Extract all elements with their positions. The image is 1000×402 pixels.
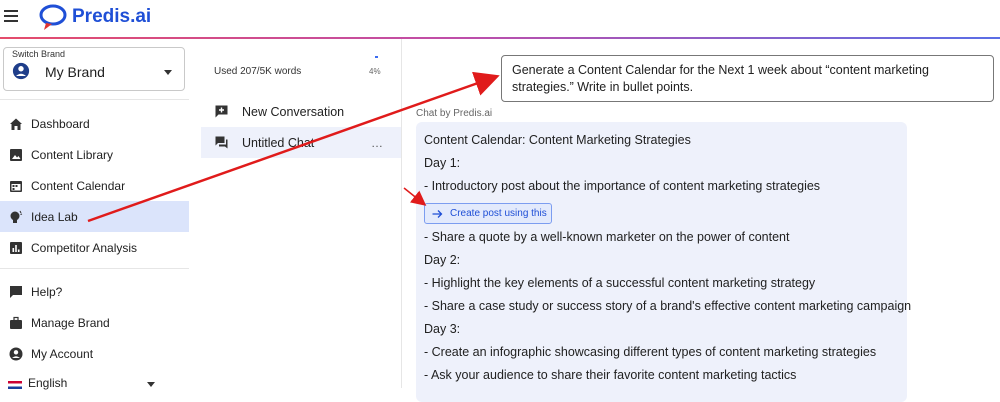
sidebar-item-my-account[interactable]: My Account [0, 338, 189, 369]
response-line: - Highlight the key elements of a succes… [424, 276, 816, 290]
language-selector[interactable]: English [0, 376, 189, 390]
response-line: Day 3: [424, 322, 461, 336]
help-chat-icon [10, 285, 22, 298]
arrow-right-icon [432, 210, 443, 218]
usage-percent: 4% [369, 67, 381, 76]
response-line: - Create an infographic showcasing diffe… [424, 345, 877, 359]
user-prompt-text: Generate a Content Calendar for the Next… [512, 63, 929, 94]
top-bar: Predis.ai [0, 0, 1000, 38]
more-options-icon[interactable]: … [371, 136, 384, 150]
sidebar-item-manage-brand[interactable]: Manage Brand [0, 307, 189, 338]
logo[interactable]: Predis.ai [38, 2, 151, 32]
sidebar-item-label: My Account [31, 346, 94, 361]
create-post-button[interactable]: Create post using this [424, 203, 552, 224]
ai-response-bubble: Content Calendar: Content Marketing Stra… [416, 122, 911, 402]
sidebar-item-label: Idea Lab [31, 209, 78, 224]
sidebar-item-label: Manage Brand [31, 315, 110, 330]
divider [0, 99, 189, 100]
sidebar-item-label: Competitor Analysis [31, 240, 138, 255]
divider [0, 268, 189, 269]
briefcase-icon [10, 316, 22, 329]
predis-logo-icon [39, 4, 67, 30]
sidebar-item-content-calendar[interactable]: Content Calendar [0, 170, 189, 201]
account-icon [9, 347, 23, 360]
response-line: - Share a case study or success story of… [424, 299, 912, 313]
new-conversation-label: New Conversation [242, 104, 345, 119]
lightbulb-icon [10, 210, 23, 223]
chat-bubbles-icon [215, 136, 228, 149]
sidebar-item-content-library[interactable]: Content Library [0, 139, 189, 170]
logo-text: Predis.ai [72, 6, 152, 27]
brand-name: My Brand [45, 64, 105, 80]
menu-icon[interactable] [4, 10, 18, 22]
chevron-down-icon [147, 382, 155, 387]
add-chat-icon [215, 105, 228, 118]
create-post-label: Create post using this [450, 208, 547, 219]
response-line: - Introductory post about the importance… [424, 179, 821, 193]
response-line: - Share a quote by a well-known marketer… [424, 230, 790, 244]
sidebar-item-idea-lab[interactable]: Idea Lab [0, 201, 189, 232]
brand-switcher[interactable]: Switch Brand My Brand [3, 47, 185, 91]
sidebar-item-dashboard[interactable]: Dashboard [0, 108, 189, 139]
sidebar-item-competitor-analysis[interactable]: Competitor Analysis [0, 232, 189, 263]
account-icon [12, 62, 30, 80]
sidebar-item-label: Dashboard [31, 116, 90, 131]
usage-text: Used 207/5K words [214, 66, 302, 77]
sidebar-item-label: Content Library [31, 147, 114, 162]
switch-brand-label: Switch Brand [12, 49, 66, 59]
new-conversation-button[interactable]: New Conversation [201, 96, 401, 127]
analytics-icon [10, 241, 22, 254]
sidebar-item-label: Help? [31, 284, 63, 299]
user-prompt-bubble: Generate a Content Calendar for the Next… [501, 55, 994, 102]
chat-title: Untitled Chat [242, 135, 315, 150]
sidebar-item-label: Content Calendar [31, 178, 126, 193]
chevron-down-icon [164, 70, 172, 75]
usage-progress-bar [375, 56, 378, 58]
response-line: Day 2: [424, 253, 461, 267]
sidebar: Switch Brand My Brand Dashboard Content … [0, 39, 190, 388]
sidebar-item-help[interactable]: Help? [0, 276, 189, 307]
response-author-label: Chat by Predis.ai [416, 108, 493, 119]
response-line: Content Calendar: Content Marketing Stra… [424, 133, 691, 147]
image-library-icon [10, 148, 22, 161]
home-icon [10, 118, 22, 130]
chat-list-item[interactable]: Untitled Chat … [201, 127, 401, 158]
response-line: Day 1: [424, 156, 461, 170]
chat-list-panel: Used 207/5K words 4% New Conversation Un… [189, 39, 402, 388]
response-line: - Ask your audience to share their favor… [424, 368, 797, 382]
calendar-icon [10, 180, 22, 192]
